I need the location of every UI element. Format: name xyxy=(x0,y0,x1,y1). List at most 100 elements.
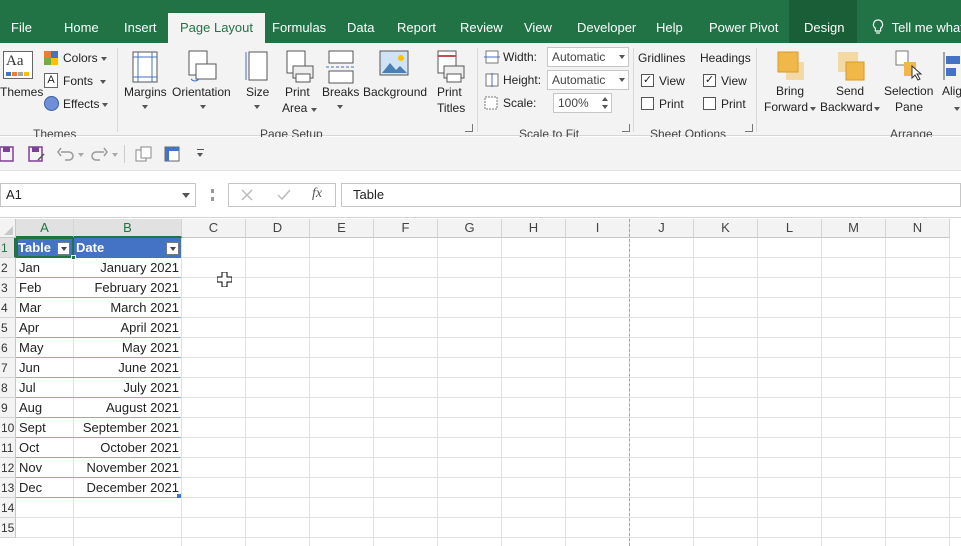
table-cell-month[interactable]: Feb xyxy=(19,278,73,298)
tab-file[interactable]: File xyxy=(11,0,32,43)
fill-handle[interactable] xyxy=(71,255,76,260)
table-cell-month[interactable]: Oct xyxy=(19,438,73,458)
redo-icon[interactable] xyxy=(90,146,108,162)
spin-down-icon[interactable] xyxy=(602,105,608,109)
name-box[interactable]: A1 xyxy=(0,183,196,207)
table-cell-date[interactable]: April 2021 xyxy=(74,318,179,338)
row-header-9[interactable]: 9 xyxy=(0,398,16,418)
table-cell-month[interactable]: Nov xyxy=(19,458,73,478)
row-header-4[interactable]: 4 xyxy=(0,298,16,318)
width-dropdown[interactable]: Automatic xyxy=(547,47,629,67)
column-header-a[interactable]: A xyxy=(16,219,74,238)
gridlines-view-checkbox[interactable]: ✓ xyxy=(641,74,654,87)
table-cell-month[interactable]: Jun xyxy=(19,358,73,378)
table-cell-date[interactable]: October 2021 xyxy=(74,438,179,458)
table-cell-date[interactable]: November 2021 xyxy=(74,458,180,478)
margins-button[interactable]: Margins xyxy=(122,48,168,114)
column-header-d[interactable]: D xyxy=(246,219,310,238)
cancel-entry-icon[interactable] xyxy=(241,189,253,201)
save-as-icon[interactable] xyxy=(28,146,46,162)
insert-function-icon[interactable]: fx xyxy=(312,186,322,202)
column-header-j[interactable]: J xyxy=(630,219,694,238)
table-cell-date[interactable]: September 2021 xyxy=(74,418,179,438)
table-cell-month[interactable]: Apr xyxy=(19,318,73,338)
chevron-down-icon[interactable] xyxy=(182,193,190,198)
column-header-e[interactable]: E xyxy=(310,219,374,238)
height-dropdown[interactable]: Automatic xyxy=(547,70,629,90)
background-button[interactable]: Background xyxy=(362,48,428,114)
print-titles-button[interactable]: Print Titles xyxy=(434,48,470,115)
column-header-l[interactable]: L xyxy=(758,219,822,238)
tab-view[interactable]: View xyxy=(524,0,552,43)
chevron-down-icon[interactable] xyxy=(112,153,118,157)
table-cell-month[interactable]: Aug xyxy=(19,398,73,418)
row-header-11[interactable]: 11 xyxy=(0,438,16,458)
row-header-7[interactable]: 7 xyxy=(0,358,16,378)
tab-developer[interactable]: Developer xyxy=(577,0,636,43)
table-cell-month[interactable]: May xyxy=(19,338,73,358)
table-resize-handle[interactable] xyxy=(177,494,181,498)
breaks-button[interactable]: Breaks xyxy=(322,48,360,114)
tab-formulas[interactable]: Formulas xyxy=(272,0,326,43)
table-cell-month[interactable]: Sept xyxy=(19,418,73,438)
table-cell-month[interactable]: Dec xyxy=(19,478,73,498)
freeze-panes-icon[interactable] xyxy=(164,146,180,162)
copy-icon[interactable] xyxy=(135,146,153,162)
tab-page-layout[interactable]: Page Layout xyxy=(168,13,266,43)
headings-print-checkbox[interactable] xyxy=(703,97,716,110)
effects-button[interactable]: Effects xyxy=(44,96,108,114)
themes-button[interactable]: Aa Themes xyxy=(0,48,43,118)
table-cell-date[interactable]: May 2021 xyxy=(74,338,179,358)
tell-me-search[interactable]: Tell me what y xyxy=(872,0,961,43)
colors-button[interactable]: Colors xyxy=(44,50,108,68)
column-header-g[interactable]: G xyxy=(438,219,502,238)
headings-view-checkbox[interactable]: ✓ xyxy=(703,74,716,87)
selection-pane-button[interactable]: Selection Pane xyxy=(882,48,938,118)
tab-data[interactable]: Data xyxy=(347,0,374,43)
table-cell-month[interactable]: Jul xyxy=(19,378,73,398)
bring-forward-button[interactable]: Bring Forward xyxy=(762,48,818,118)
column-header-f[interactable]: F xyxy=(374,219,438,238)
table-cell-date[interactable]: March 2021 xyxy=(74,298,179,318)
dialog-launcher-icon[interactable] xyxy=(622,124,630,132)
send-backward-button[interactable]: Send Backward xyxy=(819,48,881,118)
spin-up-icon[interactable] xyxy=(602,97,608,101)
tab-review[interactable]: Review xyxy=(460,0,503,43)
filter-dropdown-icon[interactable] xyxy=(166,242,179,255)
column-header-c[interactable]: C xyxy=(182,219,246,238)
save-icon[interactable] xyxy=(0,146,14,162)
formula-bar-grip-icon[interactable] xyxy=(211,189,214,201)
tab-home[interactable]: Home xyxy=(64,0,99,43)
column-header-k[interactable]: K xyxy=(694,219,758,238)
row-header-8[interactable]: 8 xyxy=(0,378,16,398)
row-header-5[interactable]: 5 xyxy=(0,318,16,338)
confirm-entry-icon[interactable] xyxy=(277,189,291,201)
row-header-14[interactable]: 14 xyxy=(0,498,16,518)
print-area-button[interactable]: Print Area xyxy=(280,48,320,115)
tab-design[interactable]: Design xyxy=(804,0,844,43)
select-all-corner[interactable] xyxy=(0,219,16,238)
table-cell-date[interactable]: December 2021 xyxy=(74,478,180,498)
row-header-1[interactable]: 1 xyxy=(0,238,16,258)
size-button[interactable]: Size xyxy=(241,48,273,114)
column-header-h[interactable]: H xyxy=(502,219,566,238)
table-cell-date[interactable]: June 2021 xyxy=(74,358,179,378)
dialog-launcher-icon[interactable] xyxy=(745,124,753,132)
table-cell-date[interactable]: January 2021 xyxy=(74,258,179,278)
table-cell-date[interactable]: August 2021 xyxy=(74,398,179,418)
tab-report[interactable]: Report xyxy=(397,0,436,43)
table-cell-month[interactable]: Mar xyxy=(19,298,73,318)
fonts-button[interactable]: A Fonts xyxy=(44,73,108,91)
table-cell-month[interactable]: Jan xyxy=(19,258,73,278)
row-header-13[interactable]: 13 xyxy=(0,478,16,498)
row-header-3[interactable]: 3 xyxy=(0,278,16,298)
align-button[interactable]: Alig xyxy=(940,48,961,118)
table-cell-date[interactable]: July 2021 xyxy=(74,378,179,398)
column-header-n[interactable]: N xyxy=(886,219,950,238)
undo-icon[interactable] xyxy=(57,146,75,162)
row-header-10[interactable]: 10 xyxy=(0,418,16,438)
chevron-down-icon[interactable] xyxy=(78,153,84,157)
orientation-button[interactable]: Orientation xyxy=(171,48,235,114)
row-header-6[interactable]: 6 xyxy=(0,338,16,358)
column-header-b[interactable]: B xyxy=(74,219,182,238)
